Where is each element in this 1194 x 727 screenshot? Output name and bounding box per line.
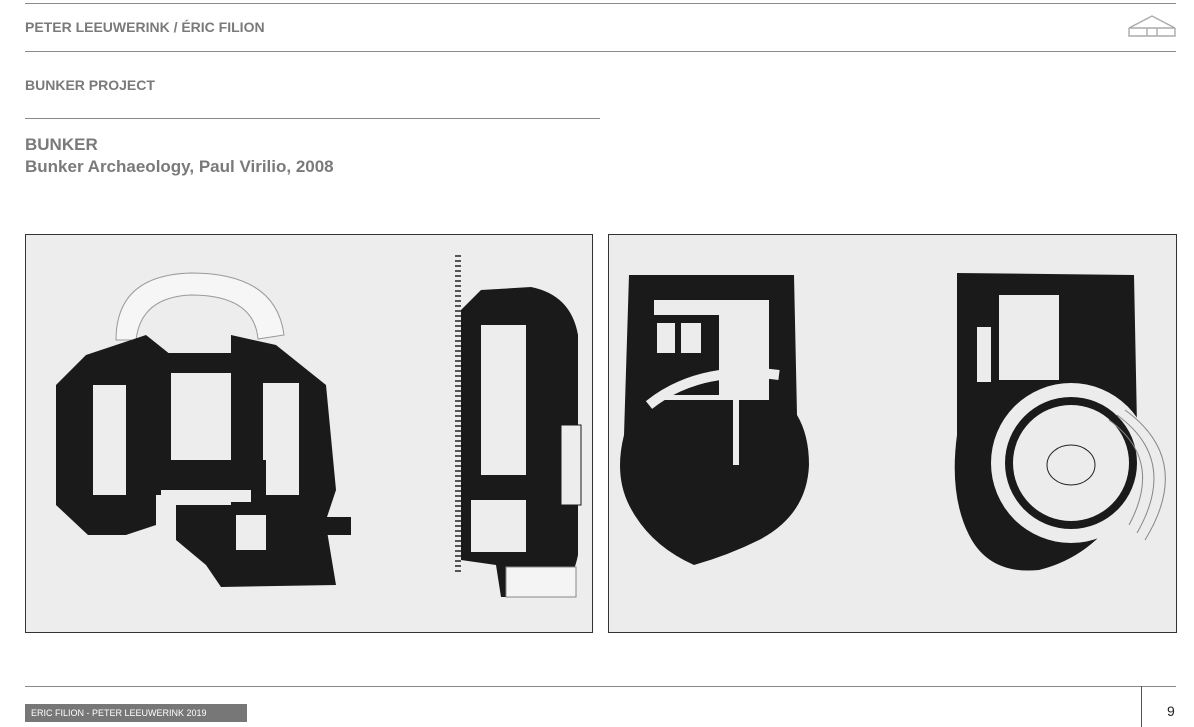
header-rule [25, 51, 1176, 52]
house-outline-icon [1127, 14, 1177, 43]
top-rule [25, 3, 1176, 4]
header-authors: PETER LEEUWERINK / ÉRIC FILION [25, 19, 265, 35]
bunker-plans-left [25, 234, 593, 633]
page-number: 9 [1167, 703, 1175, 719]
page-title: BUNKER [25, 135, 98, 154]
project-label: BUNKER PROJECT [25, 77, 155, 93]
footer-rule [25, 686, 1176, 687]
footer-credit: ERIC FILION - PETER LEEUWERINK 2019 [25, 704, 247, 722]
section-rule [25, 118, 600, 119]
page-subtitle: Bunker Archaeology, Paul Virilio, 2008 [25, 157, 334, 176]
footer-divider [1141, 686, 1142, 727]
bunker-plans-right [608, 234, 1177, 633]
